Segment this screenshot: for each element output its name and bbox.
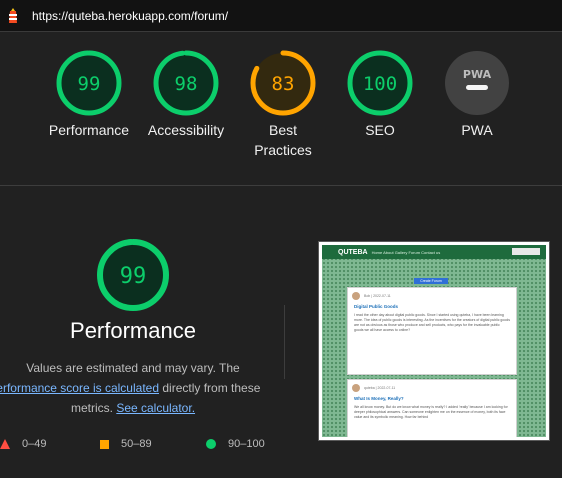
best-practices-label: Best Practices — [254, 122, 312, 158]
performance-score-link[interactable]: performance score is calculated — [0, 381, 159, 395]
legend-pass: 90–100 — [206, 436, 265, 452]
post-2-body: We all know money. But do we know what m… — [354, 405, 508, 419]
desc-text-1: Values are estimated and may vary. The — [26, 361, 240, 375]
screenshot-navbar: QUTEBA Home About Gallery Forum Contact … — [322, 245, 546, 259]
pwa-badge-icon: PWA — [445, 51, 509, 115]
performance-score: 99 — [78, 73, 101, 95]
post-2-author: quteba | 2022-07-11 — [364, 386, 396, 390]
screenshot-brand: QUTEBA — [338, 248, 368, 256]
section-divider — [0, 185, 562, 186]
best-practices-score: 83 — [272, 73, 295, 95]
screenshot-create-button: Create Forum — [414, 278, 448, 284]
pwa-badge-text: PWA — [463, 68, 492, 81]
pass-circle-icon — [206, 439, 216, 449]
desc-text-3: metrics. — [70, 401, 113, 415]
vertical-divider — [284, 305, 285, 379]
fail-triangle-icon — [0, 439, 10, 449]
legend-pass-range: 90–100 — [228, 438, 265, 450]
pwa-label: PWA — [461, 122, 493, 138]
performance-gauge: 99 — [56, 50, 122, 116]
performance-label: Performance — [48, 122, 130, 138]
category-accessibility[interactable]: 98 Accessibility — [136, 50, 236, 140]
desc-text-2: directly from these — [162, 381, 261, 395]
page-url[interactable]: https://quteba.herokuapp.com/forum/ — [32, 9, 228, 23]
screenshot-post-card-2: quteba | 2022-07-11 What Is Money, Reall… — [347, 379, 517, 437]
see-calculator-link[interactable]: See calculator. — [116, 401, 195, 415]
final-screenshot-thumbnail[interactable]: QUTEBA Home About Gallery Forum Contact … — [318, 241, 550, 441]
legend-fail-range: 0–49 — [22, 438, 47, 450]
legend-average: 50–89 — [100, 436, 152, 452]
seo-gauge: 100 — [347, 50, 413, 116]
performance-description: Values are estimated and may vary. The p… — [0, 358, 266, 418]
screenshot-post-card-1: Bob | 2022-07-11 Digital Public Goods I … — [347, 287, 517, 375]
legend-fail: 0–49 — [0, 436, 46, 452]
category-best-practices[interactable]: 83 Best Practices — [233, 50, 333, 160]
accessibility-label: Accessibility — [147, 122, 225, 138]
post-1-title: Digital Public Goods — [354, 304, 399, 309]
post-1-body: I read the other day about digital publi… — [354, 313, 510, 332]
legend-average-range: 50–89 — [121, 438, 152, 450]
lighthouse-icon — [9, 7, 17, 23]
post-2-title: What Is Money, Really? — [354, 396, 404, 401]
accessibility-score: 98 — [175, 73, 198, 95]
seo-score: 100 — [363, 73, 397, 95]
accessibility-gauge: 98 — [153, 50, 219, 116]
performance-main-score: 99 — [120, 264, 147, 289]
screenshot-nav-links: Home About Gallery Forum Contact us — [371, 249, 441, 255]
category-scores: 99 Performance 98 Accessibility 83 Best … — [0, 32, 562, 185]
performance-main-gauge: 99 — [97, 239, 169, 311]
post-1-author: Bob | 2022-07-11 — [364, 294, 391, 298]
seo-label: SEO — [365, 122, 395, 138]
screenshot-avatar-2 — [352, 384, 360, 392]
screenshot-avatar-1 — [352, 292, 360, 300]
screenshot-page: QUTEBA Home About Gallery Forum Contact … — [322, 245, 546, 437]
browser-bar: https://quteba.herokuapp.com/forum/ — [0, 0, 562, 32]
category-performance[interactable]: 99 Performance — [39, 50, 139, 140]
screenshot-search-box — [512, 248, 540, 255]
average-square-icon — [100, 439, 109, 449]
best-practices-gauge: 83 — [250, 50, 316, 116]
category-seo[interactable]: 100 SEO — [330, 50, 430, 140]
category-pwa[interactable]: PWA PWA — [427, 50, 527, 140]
performance-title: Performance — [70, 318, 196, 343]
